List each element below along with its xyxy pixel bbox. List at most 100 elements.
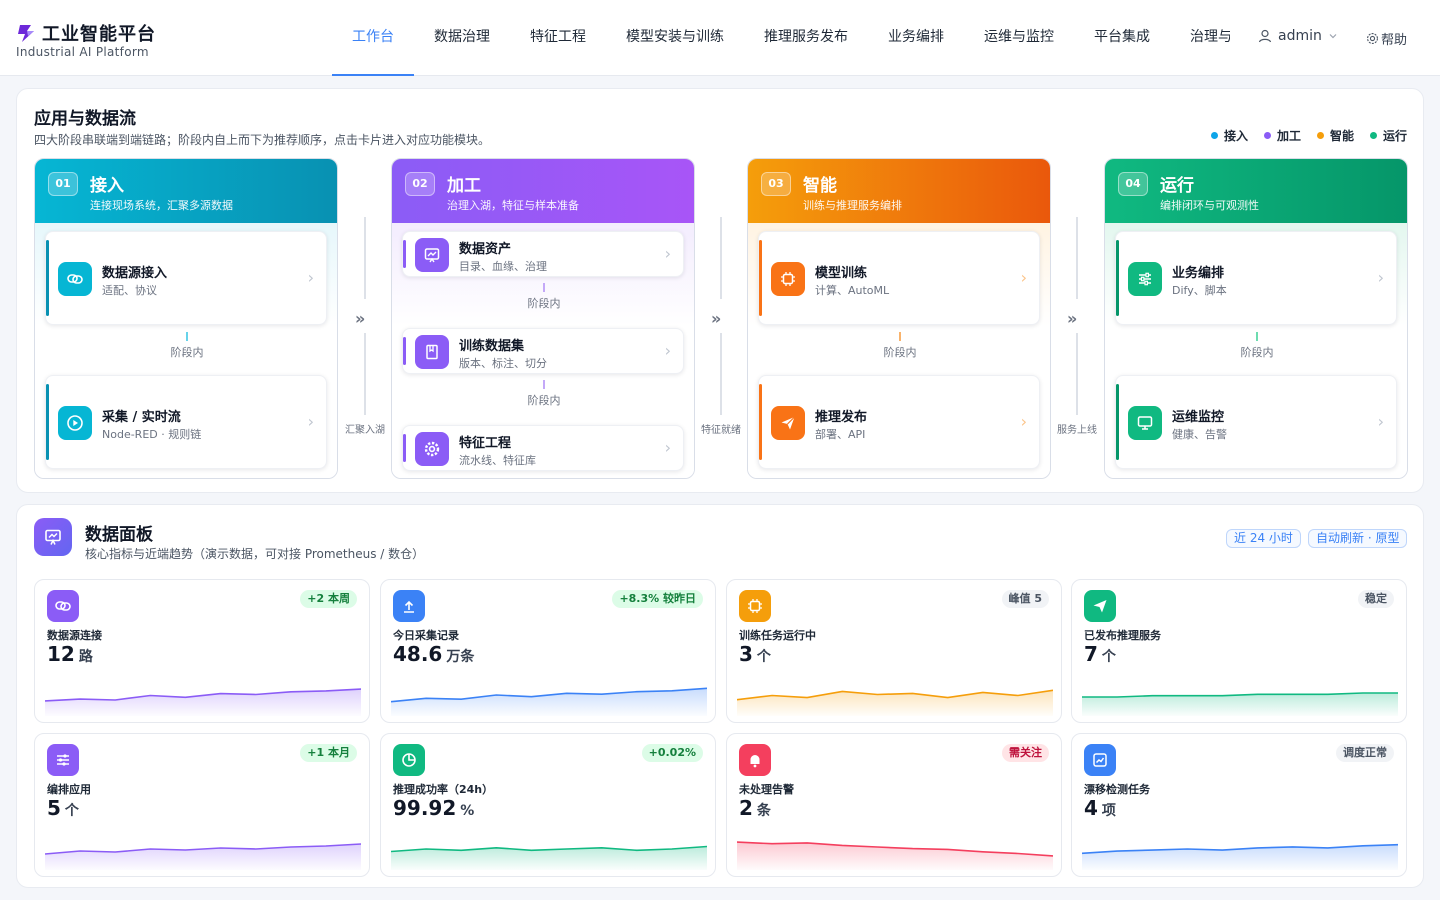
kpi-value: 2 <box>739 796 753 820</box>
kpi-label: 未处理告警 <box>739 783 794 796</box>
stage-process: 02 加工 治理入湖，特征与样本准备 数据资产 目录、血缘、治理 › 阶段内 训… <box>391 158 695 479</box>
stage-description: 训练与推理服务编排 <box>803 199 902 212</box>
sparkline-area <box>737 842 1053 870</box>
kpi-sparkline <box>45 843 361 870</box>
transition-label: 特征就绪 <box>701 425 741 436</box>
card-title: 数据资产 <box>459 242 512 257</box>
kpi-label: 漂移检测任务 <box>1084 783 1150 796</box>
nav-item-orchestration[interactable]: 业务编排 <box>868 0 964 76</box>
stage-description: 连接现场系统，汇聚多源数据 <box>90 199 233 212</box>
sparkline-area <box>45 689 361 716</box>
help-button[interactable]: 帮助 <box>1366 29 1407 48</box>
auto-refresh-tag[interactable]: 自动刷新 · 原型 <box>1308 529 1408 548</box>
presentation-chart-icon <box>34 518 72 556</box>
sparkline-area <box>391 688 707 716</box>
kpi-badge: 调度正常 <box>1336 744 1394 762</box>
kpi-badge: 稳定 <box>1358 590 1394 608</box>
kpi-value-row: 7个 <box>1084 642 1116 666</box>
kpi-unit: 条 <box>756 803 771 819</box>
card-training-dataset[interactable]: 训练数据集 版本、标注、切分 › <box>402 328 684 374</box>
transition-label: 服务上线 <box>1057 425 1097 436</box>
card-title: 推理发布 <box>815 410 868 425</box>
nav-item-model-training[interactable]: 模型安装与训练 <box>606 0 744 76</box>
kpi-card[interactable]: +0.02% 推理成功率（24h） 99.92% <box>380 733 716 877</box>
kpi-card[interactable]: +8.3% 较昨日 今日采集记录 48.6 万条 <box>380 579 716 723</box>
legend-item: 运行 <box>1369 127 1407 144</box>
sliders-icon <box>47 744 79 776</box>
card-model-training[interactable]: 模型训练 计算、AutoML › <box>758 231 1040 325</box>
card-business-orchestration[interactable]: 业务编排 Dify、脚本 › <box>1115 231 1397 325</box>
stage-number: 01 <box>48 172 78 196</box>
card-feature-engineering[interactable]: 特征工程 流水线、特征库 › <box>402 425 684 471</box>
kpi-sparkline <box>391 687 707 716</box>
double-chevron-icon: » <box>1067 309 1078 328</box>
card-subtitle: 版本、标注、切分 <box>459 357 547 370</box>
send-icon <box>1084 590 1116 622</box>
send-icon <box>771 406 805 440</box>
kpi-value-row: 2条 <box>739 796 771 820</box>
dashboard-title: 数据面板 <box>85 525 153 545</box>
gear-icon <box>1367 33 1378 44</box>
chevron-down-icon <box>1329 34 1337 39</box>
kpi-sparkline <box>45 688 361 716</box>
nav-item-platform-integration[interactable]: 平台集成 <box>1074 0 1170 76</box>
time-range-tag[interactable]: 近 24 小时 <box>1226 529 1301 548</box>
stage-ingest: 01 接入 连接现场系统，汇聚多源数据 数据源接入 适配、协议 › 阶段内 采集… <box>34 158 338 479</box>
card-inference-publish[interactable]: 推理发布 部署、API › <box>758 375 1040 469</box>
card-title: 模型训练 <box>815 266 868 281</box>
kpi-label: 编排应用 <box>47 783 91 796</box>
brand-title: 工业智能平台 <box>42 24 156 45</box>
double-chevron-icon: » <box>711 309 722 328</box>
kpi-sparkline <box>737 841 1053 870</box>
user-menu[interactable]: admin <box>1258 28 1338 44</box>
kpi-value: 7 <box>1084 642 1098 666</box>
chevron-right-icon: › <box>1020 412 1027 431</box>
connector-label: 阶段内 <box>1240 346 1274 359</box>
connector <box>899 332 901 341</box>
connector <box>1256 332 1258 341</box>
stage-description: 编排闭环与可观测性 <box>1160 199 1259 212</box>
flow-description: 四大阶段串联端到端链路；阶段内自上而下为推荐顺序，点击卡片进入对应功能模块。 <box>34 133 491 147</box>
nav-item-ops-monitoring[interactable]: 运维与监控 <box>964 0 1074 76</box>
transition-label: 汇聚入湖 <box>345 425 385 436</box>
kpi-sparkline <box>1082 692 1398 716</box>
card-title: 运维监控 <box>1172 410 1225 425</box>
brand-subtitle: Industrial AI Platform <box>16 45 149 59</box>
card-data-assets[interactable]: 数据资产 目录、血缘、治理 › <box>402 231 684 277</box>
main-nav: 工作台 数据治理 特征工程 模型安装与训练 推理服务发布 业务编排 运维与监控 … <box>332 0 1230 76</box>
kpi-card[interactable]: 峰值 5 训练任务运行中 3 个 <box>726 579 1062 723</box>
legend-item: 加工 <box>1263 127 1301 144</box>
flow-legend: 接入 加工 智能 运行 <box>1210 127 1407 144</box>
play-icon <box>58 406 92 440</box>
stage-number: 03 <box>761 172 791 196</box>
kpi-card[interactable]: +2 本周 数据源连接 12 路 <box>34 579 370 723</box>
stage-description: 治理入湖，特征与样本准备 <box>447 199 579 212</box>
card-stream-collect[interactable]: 采集 / 实时流 Node-RED · 规则链 › <box>45 375 327 469</box>
kpi-unit: 个 <box>1101 649 1116 665</box>
nav-item-inference-publish[interactable]: 推理服务发布 <box>744 0 868 76</box>
sparkline-area <box>45 844 361 870</box>
kpi-card[interactable]: +1 本月编排应用 5 个 <box>34 733 370 877</box>
card-data-source[interactable]: 数据源接入 适配、协议 › <box>45 231 327 325</box>
kpi-value-row: 5个 <box>47 796 79 820</box>
kpi-value: 12 <box>47 642 75 666</box>
kpi-badge: +1 本月 <box>300 744 357 762</box>
upload-icon <box>393 590 425 622</box>
card-subtitle: 流水线、特征库 <box>459 454 536 467</box>
stage-transition: » 服务上线 <box>1057 217 1097 477</box>
nav-item-workbench[interactable]: 工作台 <box>332 0 414 76</box>
stage-number: 04 <box>1118 172 1148 196</box>
nav-item-feature-engineering[interactable]: 特征工程 <box>510 0 606 76</box>
nav-item-data-governance[interactable]: 数据治理 <box>414 0 510 76</box>
kpi-card[interactable]: 调度正常 漂移检测任务 4 项 <box>1071 733 1407 877</box>
chevron-right-icon: › <box>664 244 671 263</box>
nav-item-governance[interactable]: 治理与 <box>1170 0 1230 76</box>
kpi-value: 99.92 <box>393 796 457 820</box>
help-label: 帮助 <box>1381 33 1408 48</box>
kpi-card[interactable]: 需关注 未处理告警 2 条 <box>726 733 1062 877</box>
kpi-value-row: 12 路 <box>47 642 93 666</box>
kpi-card[interactable]: 稳定 已发布推理服务 7 个 <box>1071 579 1407 723</box>
brand[interactable]: 工业智能平台 Industrial AI Platform <box>16 20 156 59</box>
stage-intelligence: 03 智能 训练与推理服务编排 模型训练 计算、AutoML › 阶段内 推理发… <box>747 158 1051 479</box>
card-ops-monitoring[interactable]: 运维监控 健康、告警 › <box>1115 375 1397 469</box>
